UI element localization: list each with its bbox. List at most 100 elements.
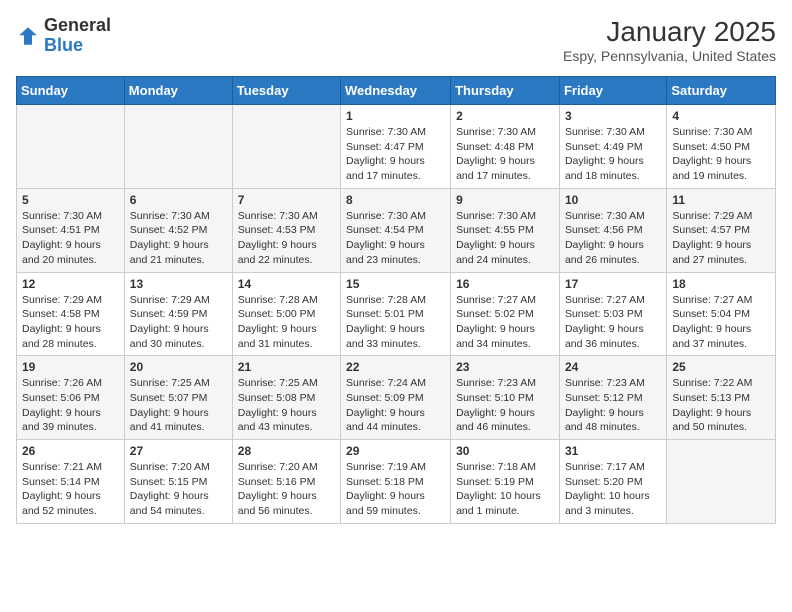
cell-content: Sunrise: 7:23 AM xyxy=(565,376,661,391)
cell-content: Daylight: 9 hours xyxy=(672,238,770,253)
cell-content: and 20 minutes. xyxy=(22,253,119,268)
cell-content: Sunrise: 7:17 AM xyxy=(565,460,661,475)
cell-content: Sunrise: 7:21 AM xyxy=(22,460,119,475)
cell-content: Sunset: 5:06 PM xyxy=(22,391,119,406)
logo-text: General Blue xyxy=(44,16,111,56)
cell-content: Daylight: 9 hours xyxy=(456,154,554,169)
calendar-cell: 2Sunrise: 7:30 AMSunset: 4:48 PMDaylight… xyxy=(451,105,560,189)
cell-content: Sunset: 5:01 PM xyxy=(346,307,445,322)
cell-content: Sunset: 5:20 PM xyxy=(565,475,661,490)
day-number: 22 xyxy=(346,360,445,374)
calendar-cell: 11Sunrise: 7:29 AMSunset: 4:57 PMDayligh… xyxy=(667,188,776,272)
cell-content: Daylight: 9 hours xyxy=(672,154,770,169)
cell-content: and 17 minutes. xyxy=(346,169,445,184)
calendar-cell: 14Sunrise: 7:28 AMSunset: 5:00 PMDayligh… xyxy=(232,272,340,356)
cell-content: and 23 minutes. xyxy=(346,253,445,268)
header-cell-saturday: Saturday xyxy=(667,77,776,105)
cell-content: Sunrise: 7:29 AM xyxy=(130,293,227,308)
cell-content: Daylight: 9 hours xyxy=(672,406,770,421)
cell-content: Daylight: 9 hours xyxy=(22,489,119,504)
day-number: 8 xyxy=(346,193,445,207)
calendar-cell: 13Sunrise: 7:29 AMSunset: 4:59 PMDayligh… xyxy=(124,272,232,356)
cell-content: Daylight: 9 hours xyxy=(238,238,335,253)
cell-content: Sunset: 4:47 PM xyxy=(346,140,445,155)
calendar-cell: 25Sunrise: 7:22 AMSunset: 5:13 PMDayligh… xyxy=(667,356,776,440)
calendar-week-row: 5 Sunrise: 7:30 AM Sunset: 4:51 PM Daylight… xyxy=(17,188,776,272)
calendar-cell: 9Sunrise: 7:30 AMSunset: 4:55 PMDaylight… xyxy=(451,188,560,272)
cell-content: and 34 minutes. xyxy=(456,337,554,352)
cell-content: Sunrise: 7:27 AM xyxy=(565,293,661,308)
cell-content: and 17 minutes. xyxy=(456,169,554,184)
cell-content: and 28 minutes. xyxy=(22,337,119,352)
day-number: 28 xyxy=(238,444,335,458)
cell-content: Sunrise: 7:30 AM xyxy=(346,209,445,224)
cell-content: Daylight: 9 hours xyxy=(22,322,119,337)
header-cell-thursday: Thursday xyxy=(451,77,560,105)
cell-content: and 26 minutes. xyxy=(565,253,661,268)
calendar-cell: 20Sunrise: 7:25 AMSunset: 5:07 PMDayligh… xyxy=(124,356,232,440)
cell-content: Sunset: 5:12 PM xyxy=(565,391,661,406)
day-number: 18 xyxy=(672,277,770,291)
cell-content: Daylight: 9 hours xyxy=(238,406,335,421)
calendar-cell: 17Sunrise: 7:27 AMSunset: 5:03 PMDayligh… xyxy=(559,272,666,356)
day-number: 11 xyxy=(672,193,770,207)
cell-content: and 3 minutes. xyxy=(565,504,661,519)
cell-content: and 1 minute. xyxy=(456,504,554,519)
cell-content: Sunset: 5:10 PM xyxy=(456,391,554,406)
page-subtitle: Espy, Pennsylvania, United States xyxy=(563,48,776,64)
calendar-header: SundayMondayTuesdayWednesdayThursdayFrid… xyxy=(17,77,776,105)
cell-content: Sunset: 5:08 PM xyxy=(238,391,335,406)
cell-content: Sunrise: 7:30 AM xyxy=(456,209,554,224)
cell-content: Daylight: 9 hours xyxy=(565,154,661,169)
cell-content: Sunset: 5:15 PM xyxy=(130,475,227,490)
page-title: January 2025 xyxy=(563,16,776,48)
day-number: 2 xyxy=(456,109,554,123)
header-cell-sunday: Sunday xyxy=(17,77,125,105)
calendar-cell: 23Sunrise: 7:23 AMSunset: 5:10 PMDayligh… xyxy=(451,356,560,440)
cell-content: Daylight: 9 hours xyxy=(565,238,661,253)
cell-content: Sunrise: 7:28 AM xyxy=(346,293,445,308)
cell-content: Daylight: 9 hours xyxy=(565,322,661,337)
cell-content: Sunset: 4:53 PM xyxy=(238,223,335,238)
day-number: 17 xyxy=(565,277,661,291)
day-number: 21 xyxy=(238,360,335,374)
header-cell-monday: Monday xyxy=(124,77,232,105)
calendar-cell: 31Sunrise: 7:17 AMSunset: 5:20 PMDayligh… xyxy=(559,440,666,524)
cell-content: Sunrise: 7:30 AM xyxy=(565,125,661,140)
cell-content: Sunset: 4:58 PM xyxy=(22,307,119,322)
cell-content: Sunset: 4:51 PM xyxy=(22,223,119,238)
cell-content: Sunrise: 7:28 AM xyxy=(238,293,335,308)
page-header: General Blue January 2025 Espy, Pennsylv… xyxy=(16,16,776,64)
day-number: 6 xyxy=(130,193,227,207)
calendar-cell: 7Sunrise: 7:30 AMSunset: 4:53 PMDaylight… xyxy=(232,188,340,272)
calendar-cell xyxy=(667,440,776,524)
calendar-cell: 4Sunrise: 7:30 AMSunset: 4:50 PMDaylight… xyxy=(667,105,776,189)
cell-content: and 56 minutes. xyxy=(238,504,335,519)
cell-content: Daylight: 10 hours xyxy=(456,489,554,504)
calendar-cell xyxy=(124,105,232,189)
calendar-cell xyxy=(232,105,340,189)
cell-content: Sunrise: 7:24 AM xyxy=(346,376,445,391)
day-number: 5 xyxy=(22,193,119,207)
cell-content: Sunrise: 7:27 AM xyxy=(672,293,770,308)
day-number: 10 xyxy=(565,193,661,207)
cell-content: and 41 minutes. xyxy=(130,420,227,435)
cell-content: Daylight: 9 hours xyxy=(672,322,770,337)
cell-content: Sunset: 4:55 PM xyxy=(456,223,554,238)
cell-content: Sunset: 4:57 PM xyxy=(672,223,770,238)
cell-content: Daylight: 9 hours xyxy=(238,322,335,337)
calendar-cell: 5Sunrise: 7:30 AMSunset: 4:51 PMDaylight… xyxy=(17,188,125,272)
calendar-cell: 27Sunrise: 7:20 AMSunset: 5:15 PMDayligh… xyxy=(124,440,232,524)
calendar-cell: 3Sunrise: 7:30 AMSunset: 4:49 PMDaylight… xyxy=(559,105,666,189)
cell-content: and 50 minutes. xyxy=(672,420,770,435)
day-number: 30 xyxy=(456,444,554,458)
cell-content: and 43 minutes. xyxy=(238,420,335,435)
cell-content: Daylight: 9 hours xyxy=(456,322,554,337)
cell-content: Sunrise: 7:30 AM xyxy=(672,125,770,140)
cell-content: Daylight: 9 hours xyxy=(22,406,119,421)
calendar-week-row: 19Sunrise: 7:26 AMSunset: 5:06 PMDayligh… xyxy=(17,356,776,440)
logo-icon xyxy=(16,24,40,48)
cell-content: Sunset: 4:59 PM xyxy=(130,307,227,322)
title-block: January 2025 Espy, Pennsylvania, United … xyxy=(563,16,776,64)
calendar-cell: 30Sunrise: 7:18 AMSunset: 5:19 PMDayligh… xyxy=(451,440,560,524)
